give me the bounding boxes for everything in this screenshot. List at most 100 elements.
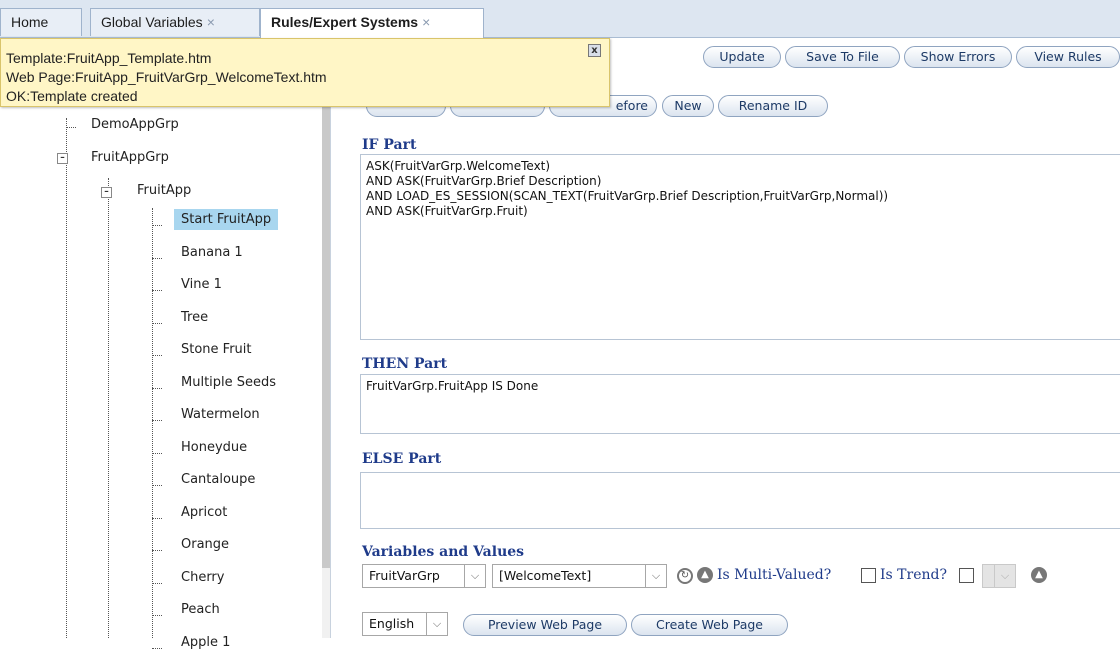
notification-line: Template:FruitApp_Template.htm	[6, 50, 212, 66]
tree-line	[108, 178, 109, 638]
tab-global-variables[interactable]: Global Variables ×	[90, 8, 260, 36]
scroll-thumb[interactable]	[322, 38, 330, 568]
tree-item-label: Apricot	[181, 504, 228, 520]
tree-item[interactable]: Apricot	[174, 505, 234, 520]
tree-line	[152, 615, 162, 616]
tree-line	[152, 208, 153, 638]
then-part-textarea[interactable]: FruitVarGrp.FruitApp IS Done	[360, 374, 1120, 434]
is-trend-checkbox[interactable]	[959, 568, 974, 583]
tab-close-icon[interactable]: ×	[422, 14, 430, 30]
tree-node-label: DemoAppGrp	[91, 117, 179, 132]
variable-select[interactable]: [WelcomeText] ⌵	[492, 564, 667, 588]
tree-item-label: Orange	[181, 537, 230, 552]
tab-rules-label: Rules/Expert Systems	[271, 14, 419, 30]
tree-line	[152, 517, 162, 519]
tree-line	[66, 118, 67, 638]
chevron-down-icon: ⌵	[994, 565, 1015, 587]
tree-item[interactable]: Apple 1	[174, 635, 237, 650]
tree-line	[152, 420, 162, 421]
show-errors-button[interactable]: Show Errors	[904, 46, 1012, 68]
refresh-icon[interactable]: ↻	[677, 568, 693, 584]
close-icon[interactable]: x	[588, 44, 601, 57]
view-rules-button[interactable]: View Rules	[1016, 46, 1120, 68]
tree-line	[152, 485, 162, 486]
if-part-textarea[interactable]: ASK(FruitVarGrp.WelcomeText) AND ASK(Fru…	[360, 154, 1120, 340]
tab-home-label: Home	[11, 14, 49, 30]
select-value: FruitVarGrp	[369, 568, 440, 583]
tree-item-label: Multiple Seeds	[181, 374, 277, 390]
else-part-label: ELSE Part	[362, 451, 442, 467]
tree-item[interactable]: Peach	[174, 602, 227, 617]
variables-and-values-label: Variables and Values	[362, 544, 525, 560]
tree-item-label: Watermelon	[181, 407, 260, 422]
tree-item-label: Tree	[181, 309, 209, 325]
tree-node-label: FruitApp	[137, 183, 192, 198]
create-web-page-button[interactable]: Create Web Page	[631, 614, 788, 636]
notification-line: OK:Template created	[6, 88, 138, 104]
tree-line	[66, 127, 76, 128]
notification-line: Web Page:FruitApp_FruitVarGrp_WelcomeTex…	[6, 69, 327, 85]
tab-home[interactable]: Home	[0, 8, 82, 36]
preview-web-page-button[interactable]: Preview Web Page	[463, 614, 627, 636]
tree-item[interactable]: Cherry	[174, 570, 231, 585]
tree-line	[152, 582, 162, 584]
tree-item-label: Apple 1	[181, 634, 231, 650]
save-to-file-button[interactable]: Save To File	[785, 46, 900, 68]
collapse-icon[interactable]: –	[57, 153, 68, 164]
tree-item[interactable]: Multiple Seeds	[174, 375, 283, 390]
tab-global-variables-label: Global Variables	[101, 14, 203, 30]
up-arrow-icon[interactable]: ▲	[697, 567, 713, 583]
tree-line	[152, 290, 162, 291]
tree-node-fruitapp[interactable]: FruitApp	[130, 183, 198, 198]
tree-item[interactable]: Honeydue	[174, 440, 254, 455]
tree-node-fruitappgrp[interactable]: FruitAppGrp	[84, 150, 176, 165]
tree-line	[152, 647, 162, 649]
tree-node-demoappgrp[interactable]: DemoAppGrp	[84, 117, 186, 132]
tree-item[interactable]: Stone Fruit	[174, 342, 259, 357]
tab-close-icon[interactable]: ×	[207, 14, 215, 30]
select-value: [WelcomeText]	[499, 568, 592, 583]
else-part-textarea[interactable]	[360, 472, 1120, 529]
update-button[interactable]: Update	[703, 46, 781, 68]
collapse-icon[interactable]: –	[101, 187, 112, 198]
tree-item[interactable]: Banana 1	[174, 245, 250, 260]
is-trend-label: Is Trend?	[880, 567, 947, 583]
new-button[interactable]: New	[662, 95, 714, 117]
multi-valued-checkbox[interactable]	[861, 568, 876, 583]
tab-rules-expert-systems[interactable]: Rules/Expert Systems ×	[260, 8, 484, 38]
chevron-down-icon: ⌵	[426, 613, 447, 635]
multi-valued-label: Is Multi-Valued?	[717, 567, 832, 583]
tree-item-label: Peach	[181, 602, 220, 617]
tree-scrollbar[interactable]	[322, 38, 330, 638]
tree-item-label: Honeydue	[181, 439, 248, 455]
tree-line	[152, 322, 162, 324]
up-arrow-icon[interactable]: ▲	[1031, 567, 1047, 583]
tree-node-label: FruitAppGrp	[91, 150, 169, 165]
tree-line	[152, 387, 162, 389]
tree-item[interactable]: Watermelon	[174, 407, 267, 422]
rename-id-button[interactable]: Rename ID	[718, 95, 828, 117]
tree-item[interactable]: Tree	[174, 310, 215, 325]
status-notification: Template:FruitApp_Template.htm Web Page:…	[0, 38, 610, 107]
chevron-down-icon: ⌵	[645, 565, 666, 587]
select-value: English	[369, 616, 415, 631]
tree-item[interactable]: Start FruitApp	[174, 209, 279, 230]
variable-group-select[interactable]: FruitVarGrp ⌵	[362, 564, 486, 588]
tree-line	[152, 257, 162, 259]
tree-item-label: Cantaloupe	[181, 472, 256, 487]
tree-item[interactable]: Vine 1	[174, 277, 229, 292]
tree-item-label: Banana 1	[181, 244, 243, 260]
language-select[interactable]: English ⌵	[362, 612, 448, 636]
tree-line	[152, 355, 162, 356]
trend-select[interactable]: ⌵	[982, 564, 1016, 588]
tree-item-label: Stone Fruit	[181, 342, 252, 357]
tree-item[interactable]: Orange	[174, 537, 236, 552]
if-part-label: IF Part	[362, 137, 417, 153]
tab-bar: Home Global Variables × Rules/Expert Syst…	[0, 0, 1120, 38]
tree-item-label: Vine 1	[181, 277, 222, 292]
tree-item[interactable]: Cantaloupe	[174, 472, 262, 487]
tree-item-label: Cherry	[181, 569, 225, 585]
chevron-down-icon: ⌵	[464, 565, 485, 587]
tree-line	[152, 225, 162, 226]
tree-line	[152, 452, 162, 454]
